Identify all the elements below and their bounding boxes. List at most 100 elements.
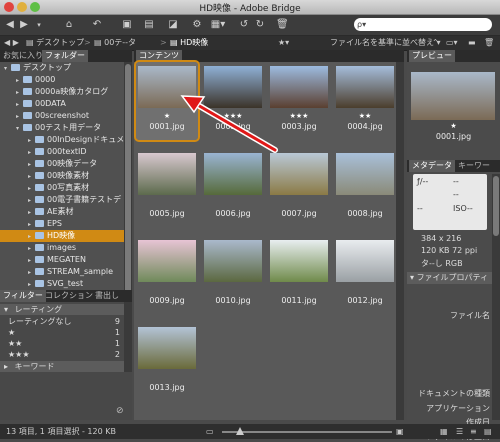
trash-icon[interactable]: 🗑 xyxy=(276,18,289,32)
filter-tabs: フィルター コレクション 書出し xyxy=(0,290,132,302)
tree-item-label: 00電子書籍テストデ xyxy=(47,195,122,204)
iso-value: ISO-- xyxy=(453,204,473,213)
tree-item[interactable]: ▸ AE素材 xyxy=(0,206,124,218)
open-menu-icon[interactable]: ▦▾ xyxy=(210,18,226,32)
breadcrumb-desktop[interactable]: ▤ デスクトップ xyxy=(26,36,84,50)
rotate-right-icon[interactable]: ↻ xyxy=(254,18,266,32)
dropdown-icon[interactable]: ▾ xyxy=(34,18,44,32)
focal-value: -- xyxy=(417,204,423,213)
tree-item[interactable]: ▾ デスクトップ xyxy=(0,62,124,74)
tab-filter[interactable]: フィルター xyxy=(0,290,46,302)
output-icon[interactable]: ⚙ xyxy=(190,18,204,32)
grid-view-icon[interactable]: ▦ xyxy=(440,424,448,439)
sort-dropdown[interactable]: ファイル名を基準に並べ替え ▾ xyxy=(330,36,441,50)
colormode-value: タ--し RGB xyxy=(421,259,463,268)
scroll-thumb[interactable] xyxy=(125,64,131,304)
disclosure-icon: ▾ xyxy=(4,305,9,314)
tree-item[interactable]: ▸ 0000 xyxy=(0,74,124,86)
tab-favorites[interactable]: お気に入り xyxy=(0,50,46,62)
zoom-out-icon[interactable]: ▭ xyxy=(206,424,214,439)
rotate-left-icon[interactable]: ↺ xyxy=(238,18,250,32)
field-doctype: ドキュメントの種類 xyxy=(418,389,490,398)
back-path-icon[interactable]: ◀ ▶ xyxy=(4,36,19,50)
keyword-header-label: キーワード xyxy=(14,362,55,371)
sort-order-icon[interactable]: ⌃ xyxy=(432,36,439,50)
breadcrumb-data[interactable]: ▤ 00テ--タ xyxy=(94,36,136,50)
rating-header[interactable]: ▾ レーティング xyxy=(0,304,124,315)
metering-value: -- xyxy=(453,177,459,186)
file-properties-header[interactable]: ▾ ファイルプロパティ xyxy=(407,272,492,284)
refine-icon[interactable]: ▤ xyxy=(142,18,156,32)
search-input[interactable]: ρ▾ xyxy=(354,18,492,31)
rating-filter-row[interactable]: ★★ 1 xyxy=(0,338,124,349)
clear-filter-icon[interactable]: ⊘ xyxy=(116,406,126,416)
star-filter-icon[interactable]: ★▾ xyxy=(278,36,289,50)
preview-tabs: プレビュー xyxy=(407,50,500,62)
camera-icon[interactable]: ▣ xyxy=(120,18,134,32)
tree-item[interactable]: ▸ 000textID xyxy=(0,146,124,158)
new-folder-icon[interactable]: ▭▾ xyxy=(446,36,458,50)
tree-item-label: 00screenshot xyxy=(35,111,90,120)
folder-icon xyxy=(35,268,44,275)
tree-item[interactable]: ▸ 00映像データ xyxy=(0,158,124,170)
rating-header-label: レーティング xyxy=(14,305,63,314)
tree-item[interactable]: ▸ 0000a映像カタログ xyxy=(0,86,124,98)
tree-item[interactable]: ▸ 00screenshot xyxy=(0,110,124,122)
folder-icon xyxy=(35,172,44,179)
field-filename: ファイル名 xyxy=(450,311,490,320)
folder-icon xyxy=(35,208,44,215)
rating-filter-row[interactable]: ★★★ 2 xyxy=(0,349,124,360)
scroll-thumb[interactable] xyxy=(493,176,499,236)
tree-item[interactable]: ▸ images xyxy=(0,242,124,254)
photoshop-icon[interactable]: ◪ xyxy=(166,18,180,32)
forward-icon[interactable]: ▶ xyxy=(18,18,30,32)
recent-icon[interactable]: ↶ xyxy=(90,18,104,32)
back-icon[interactable]: ◀ xyxy=(4,18,16,32)
tree-item[interactable]: ▸ 00InDesignドキュメ xyxy=(0,134,124,146)
tab-keywords[interactable]: キーワード xyxy=(455,160,500,182)
tree-item[interactable]: ▾ 00テスト用データ xyxy=(0,122,124,134)
breadcrumb-current[interactable]: ▤ HD映像 xyxy=(170,36,208,50)
zoom-in-icon[interactable]: ▣ xyxy=(396,424,404,439)
rating-filter-row[interactable]: ★ 1 xyxy=(0,327,124,338)
folder-icon[interactable]: ▬ xyxy=(468,36,476,50)
breadcrumb-label: デスクトップ xyxy=(36,38,85,47)
menu-icon[interactable]: ▤ xyxy=(484,424,492,439)
tab-preview[interactable]: プレビュー xyxy=(409,50,455,62)
tab-collections[interactable]: コレクション xyxy=(42,290,96,302)
rating-label: レーティングなし xyxy=(8,317,72,326)
tree-item[interactable]: ▸ SVG_test xyxy=(0,278,124,290)
tree-item[interactable]: ▸ 00映像素材 xyxy=(0,170,124,182)
tree-item[interactable]: ▸ 00電子書籍テストデ xyxy=(0,194,124,206)
tree-item[interactable]: ▸ MEGATEN xyxy=(0,254,124,266)
tab-folders[interactable]: フォルダー xyxy=(42,50,88,62)
tree-item[interactable]: ▸ 00写真素材 xyxy=(0,182,124,194)
filter-scrollbar[interactable] xyxy=(124,302,132,372)
rating-label: ★ xyxy=(8,328,16,337)
tree-item[interactable]: ▸ 00DATA xyxy=(0,98,124,110)
tree-item[interactable]: ▸ EPS xyxy=(0,218,124,230)
dimensions-value: 384 x 216 xyxy=(421,234,462,243)
go-parent-icon[interactable]: ⌂ xyxy=(62,18,76,32)
keyword-header[interactable]: ▸ キーワード xyxy=(0,361,124,372)
thumbnail-size-slider[interactable] xyxy=(222,431,392,433)
slider-handle[interactable] xyxy=(236,427,244,435)
tab-export[interactable]: 書出し xyxy=(92,290,122,302)
tree-item-label: AE素材 xyxy=(47,207,74,216)
folder-scrollbar[interactable] xyxy=(124,62,132,328)
metadata-scrollbar[interactable] xyxy=(492,174,500,420)
rating-filter-row[interactable]: レーティングなし 9 xyxy=(0,316,124,327)
breadcrumb-label: HD映像 xyxy=(180,38,209,47)
tree-item[interactable]: ▸ HD映像 xyxy=(0,230,124,242)
tree-item-label: 000textID xyxy=(47,147,87,156)
file-properties-label: ファイルプロパティ xyxy=(416,273,489,282)
delete-icon[interactable]: 🗑 xyxy=(484,36,494,50)
preview-stars: ★ xyxy=(450,122,457,130)
tree-item-label: SVG_test xyxy=(47,279,84,288)
details-view-icon[interactable]: ☰ xyxy=(456,424,463,439)
preview-image[interactable] xyxy=(411,72,495,120)
tree-item[interactable]: ▸ STREAM_sample xyxy=(0,266,124,278)
rating-label: ★★★ xyxy=(8,350,30,359)
tab-metadata[interactable]: メタデータ xyxy=(409,160,455,172)
list-view-icon[interactable]: ≡ xyxy=(470,424,477,439)
